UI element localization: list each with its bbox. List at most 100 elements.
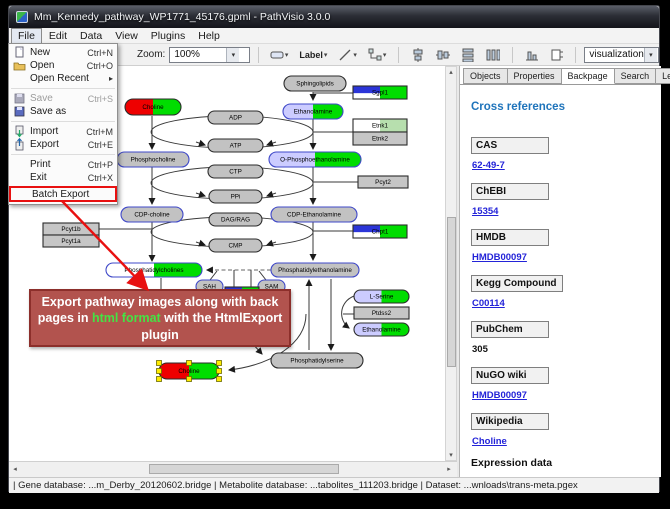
toolbar-button-line-tool-icon[interactable]: ▾	[335, 46, 360, 64]
pathway-edge[interactable]	[342, 296, 354, 328]
cross-reference-link[interactable]: HMDB00097	[472, 252, 661, 263]
selection-handle[interactable]	[187, 377, 192, 382]
toolbar-button-align-center-horizontal-icon[interactable]	[408, 46, 428, 64]
menu-item-save-as[interactable]: Save as	[9, 105, 117, 118]
pathway-edge[interactable]	[196, 193, 205, 196]
menu-file[interactable]: File	[11, 28, 42, 44]
selection-handle[interactable]	[217, 369, 222, 374]
selection-handle[interactable]	[217, 377, 222, 382]
pathway-edge[interactable]	[267, 193, 276, 196]
cross-reference-link[interactable]: 15354	[472, 206, 661, 217]
pathway-node-etnk1[interactable]: Etnk1	[353, 119, 407, 132]
canvas-horizontal-scrollbar[interactable]: ◂ ▸	[9, 461, 457, 477]
menu-item-print[interactable]: PrintCtrl+P	[9, 158, 117, 171]
chevron-down-icon[interactable]: ▾	[383, 51, 387, 59]
cross-reference-link[interactable]: HMDB00097	[472, 390, 661, 401]
pathway-node-cdp-choline[interactable]: CDP-choline	[121, 207, 183, 222]
pathway-edge[interactable]	[267, 142, 276, 145]
chevron-down-icon[interactable]: ▾	[644, 48, 657, 62]
zoom-combo[interactable]: 100% ▾	[169, 47, 250, 63]
toolbar-button-page-layout-icon[interactable]	[547, 46, 567, 64]
pathway-node-pcyt1a[interactable]: Pcyt1a	[43, 235, 99, 247]
pathway-node-atp[interactable]: ATP	[208, 139, 263, 152]
vertical-scroll-thumb[interactable]	[447, 217, 456, 367]
cross-reference-link[interactable]: Choline	[472, 436, 661, 447]
export-icon	[12, 139, 27, 151]
tab-search[interactable]: Search	[615, 68, 657, 84]
toolbar-button-distribute-vertical-icon[interactable]	[458, 46, 478, 64]
scroll-right-icon[interactable]: ▸	[444, 464, 454, 474]
canvas-vertical-scrollbar[interactable]: ▴ ▾	[445, 66, 457, 461]
pathway-node-choline-top[interactable]: Choline	[125, 99, 181, 115]
pathway-node-cmp[interactable]: CMP	[209, 239, 262, 252]
cross-reference-link[interactable]: 62-49-7	[472, 160, 661, 171]
pathway-node-sphingolipids[interactable]: Sphingolipids	[284, 76, 346, 91]
selection-handle[interactable]	[217, 361, 222, 366]
menu-plugins[interactable]: Plugins	[145, 29, 191, 43]
visualization-combo[interactable]: visualization ▾	[584, 47, 659, 63]
menu-item-label: Export	[30, 139, 84, 150]
pathway-node-ppi[interactable]: PPi	[209, 190, 262, 203]
menu-item-exit[interactable]: ExitCtrl+X	[9, 171, 117, 184]
scroll-down-icon[interactable]: ▾	[446, 450, 456, 460]
pathway-node-phosphatidylethanolamine[interactable]: Phosphatidylethanolamine	[271, 263, 359, 277]
menu-view[interactable]: View	[109, 29, 144, 43]
pathway-edge[interactable]	[210, 271, 217, 280]
menu-item-batch-export[interactable]: Batch Export	[9, 186, 117, 202]
pathway-node-ptdss2[interactable]: Ptdss2	[354, 307, 409, 319]
toolbar-button-distribute-horizontal-icon[interactable]	[483, 46, 503, 64]
pathway-node-phosphocholine[interactable]: Phosphocholine	[117, 152, 189, 167]
pathway-node-ethanolamine-2[interactable]: Ethanolamine	[354, 323, 409, 336]
toolbar-button-align-center-vertical-icon[interactable]	[433, 46, 453, 64]
toolbar-button-label-tool[interactable]: Label▾	[296, 46, 330, 64]
tab-legend[interactable]: Legend	[656, 68, 670, 84]
pathway-node-chpt1[interactable]: Chpt1	[353, 225, 407, 238]
chevron-down-icon[interactable]: ▾	[285, 51, 289, 59]
selection-handle[interactable]	[157, 369, 162, 374]
pathway-node-o-phosphoethanolamine[interactable]: O-Phosphoethanolamine	[269, 152, 361, 167]
menu-help[interactable]: Help	[192, 29, 226, 43]
menu-item-new[interactable]: NewCtrl+N	[9, 46, 117, 59]
toolbar-button-connector-tool-icon[interactable]: ▾	[365, 46, 390, 64]
pathway-node-cdp-ethanolamine[interactable]: CDP-Ethanolamine	[271, 207, 357, 222]
chevron-down-icon[interactable]: ▾	[226, 48, 239, 62]
pathway-node-sgpl1[interactable]: Sgpl1	[353, 86, 407, 99]
tab-backpage[interactable]: Backpage	[562, 68, 615, 84]
pathway-edge[interactable]	[196, 142, 205, 145]
title-bar[interactable]: Mm_Kennedy_pathway_WP1771_45176.gpml - P…	[9, 6, 659, 28]
menu-data[interactable]: Data	[74, 29, 108, 43]
selection-handle[interactable]	[187, 361, 192, 366]
pathway-node-adp[interactable]: ADP	[208, 111, 263, 124]
menu-edit[interactable]: Edit	[43, 29, 73, 43]
menu-item-export[interactable]: ExportCtrl+E	[9, 138, 117, 151]
pathway-node-pcyt1b[interactable]: Pcyt1b	[43, 223, 99, 235]
pathway-node-ctp[interactable]: CTP	[208, 165, 263, 178]
tab-objects[interactable]: Objects	[463, 68, 508, 84]
pathway-node-choline-selected[interactable]: Choline	[157, 361, 222, 382]
menu-item-open[interactable]: OpenCtrl+O	[9, 59, 117, 72]
chevron-down-icon[interactable]: ▾	[324, 51, 328, 59]
pathway-edge[interactable]	[196, 242, 205, 245]
pathway-node-phosphatidylserine[interactable]: Phosphatidylserine	[271, 353, 363, 368]
label-tool-text: Label	[299, 50, 323, 60]
pathway-node-ethanolamine[interactable]: Ethanolamine	[283, 104, 343, 119]
menu-item-open-recent[interactable]: Open Recent▸	[9, 72, 117, 85]
toolbar-button-align-bottom-icon[interactable]	[522, 46, 542, 64]
pathway-node-l-serine[interactable]: L-Serine	[354, 290, 409, 303]
scroll-left-icon[interactable]: ◂	[10, 464, 20, 474]
menu-item-import[interactable]: ImportCtrl+M	[9, 125, 117, 138]
pathway-node-dag-rag[interactable]: DAG/RAG	[209, 213, 262, 226]
pathway-edge[interactable]	[259, 271, 266, 280]
align-center-horizontal-icon	[411, 48, 425, 62]
horizontal-scroll-thumb[interactable]	[149, 464, 339, 474]
pathway-node-phosphatidylcholines[interactable]: Phosphatidylcholines	[106, 263, 202, 277]
selection-handle[interactable]	[157, 361, 162, 366]
chevron-down-icon[interactable]: ▾	[353, 51, 357, 59]
scroll-up-icon[interactable]: ▴	[446, 67, 456, 77]
pathway-node-etnk2[interactable]: Etnk2	[353, 132, 407, 145]
tab-properties[interactable]: Properties	[508, 68, 562, 84]
cross-reference-link[interactable]: C00114	[472, 298, 661, 309]
toolbar-button-datanode-icon[interactable]: ▾	[267, 46, 292, 64]
pathway-node-pcyt2[interactable]: Pcyt2	[358, 176, 408, 188]
selection-handle[interactable]	[157, 377, 162, 382]
